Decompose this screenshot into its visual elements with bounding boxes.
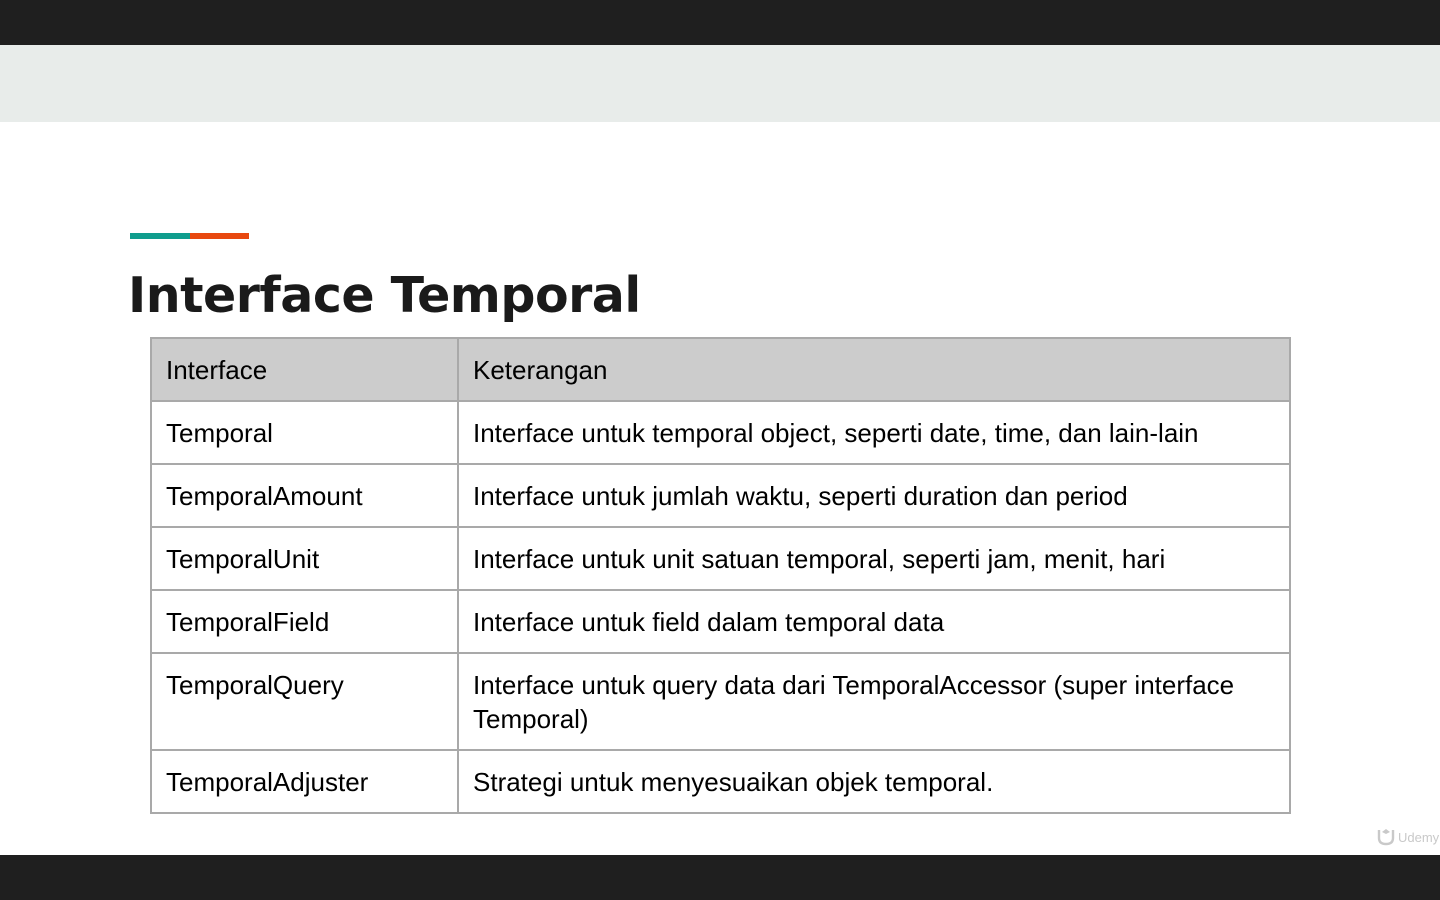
cell-interface: TemporalAdjuster (150, 749, 459, 814)
accent-orange-segment (190, 233, 249, 239)
table-row: TemporalAmount Interface untuk jumlah wa… (150, 463, 1291, 528)
video-letterbox-bottom (0, 855, 1440, 900)
header-keterangan: Keterangan (457, 337, 1291, 402)
udemy-logo-icon (1377, 829, 1395, 846)
cell-interface: TemporalUnit (150, 526, 459, 591)
watermark-text: Udemy (1398, 829, 1440, 845)
cell-interface: Temporal (150, 400, 459, 465)
slide-title: Interface Temporal (128, 267, 641, 324)
cell-keterangan: Interface untuk unit satuan temporal, se… (457, 526, 1291, 591)
table-row: TemporalAdjuster Strategi untuk menyesua… (150, 749, 1291, 814)
title-accent-bar (130, 233, 249, 239)
cell-keterangan: Interface untuk jumlah waktu, seperti du… (457, 463, 1291, 528)
table-header-row: Interface Keterangan (150, 337, 1291, 402)
udemy-watermark: Udemy (1376, 828, 1439, 846)
table-row: TemporalQuery Interface untuk query data… (150, 652, 1291, 751)
presentation-slide: Interface Temporal Interface Keterangan … (0, 45, 1440, 855)
cell-keterangan: Interface untuk field dalam temporal dat… (457, 589, 1291, 654)
cell-keterangan: Interface untuk query data dari Temporal… (457, 652, 1291, 751)
accent-teal-segment (130, 233, 190, 239)
cell-interface: TemporalQuery (150, 652, 459, 751)
table-row: TemporalUnit Interface untuk unit satuan… (150, 526, 1291, 591)
cell-keterangan: Strategi untuk menyesuaikan objek tempor… (457, 749, 1291, 814)
interface-table: Interface Keterangan Temporal Interface … (150, 337, 1291, 814)
header-interface: Interface (150, 337, 459, 402)
slide-header-band (0, 45, 1440, 122)
table-row: Temporal Interface untuk temporal object… (150, 400, 1291, 465)
cell-interface: TemporalAmount (150, 463, 459, 528)
cell-keterangan: Interface untuk temporal object, seperti… (457, 400, 1291, 465)
video-letterbox-top (0, 0, 1440, 45)
table-row: TemporalField Interface untuk field dala… (150, 589, 1291, 654)
cell-interface: TemporalField (150, 589, 459, 654)
